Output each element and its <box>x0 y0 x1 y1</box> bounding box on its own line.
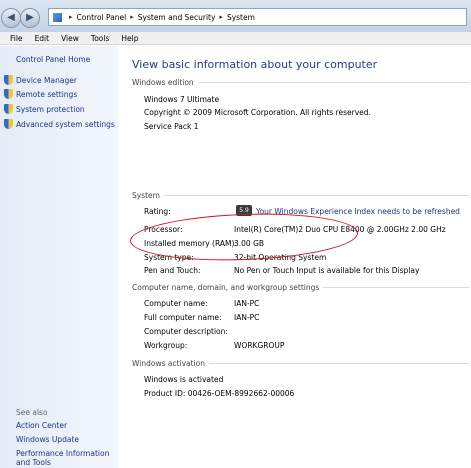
divider <box>163 195 469 196</box>
product-id: Product ID: 00426-OEM-8992662-00006 <box>144 389 295 398</box>
breadcrumb-system[interactable]: System <box>227 13 255 22</box>
menu-bar: File Edit View Tools Help <box>0 32 471 45</box>
sidebar-item-windows-update[interactable]: Windows Update <box>16 435 79 444</box>
back-button[interactable]: ◀ <box>1 8 21 28</box>
sidebar-item-label: Device Manager <box>16 75 77 85</box>
main-panel: View basic information about your comput… <box>118 46 471 468</box>
windows-edition-name: Windows 7 Ultimate <box>144 95 220 104</box>
menu-tools[interactable]: Tools <box>91 34 109 43</box>
divider <box>197 82 469 83</box>
section-heading: Windows edition <box>132 78 194 87</box>
service-pack-text: Service Pack 1 <box>144 122 199 131</box>
copyright-text: Copyright © 2009 Microsoft Corporation. … <box>144 108 371 117</box>
see-also-heading: See also <box>16 408 48 417</box>
chevron-right-icon: ▸ <box>69 13 73 21</box>
sidebar-item-performance-information[interactable]: Performance Information and Tools <box>16 449 116 467</box>
chevron-right-icon: ▸ <box>219 13 223 21</box>
sidebar-item-system-protection[interactable]: System protection <box>4 104 85 114</box>
workgroup-value: WORKGROUP <box>234 341 285 350</box>
sidebar-item-label: Remote settings <box>16 89 78 99</box>
menu-edit[interactable]: Edit <box>35 34 50 43</box>
divider <box>323 287 469 288</box>
full-computer-name-value: IAN-PC <box>234 313 260 322</box>
menu-view[interactable]: View <box>61 34 79 43</box>
sidebar-item-label: System protection <box>16 104 85 114</box>
control-panel-icon <box>53 12 62 22</box>
breadcrumb-system-and-security[interactable]: System and Security <box>138 13 216 22</box>
forward-button[interactable]: ▶ <box>20 8 40 28</box>
shield-icon <box>4 119 13 129</box>
section-heading: Computer name, domain, and workgroup set… <box>132 283 320 292</box>
chevron-right-icon: ▸ <box>130 13 134 21</box>
rating-label: Rating: <box>144 207 171 216</box>
sidebar-item-label: Advanced system settings <box>16 119 115 129</box>
divider <box>209 363 469 364</box>
workgroup-label: Workgroup: <box>144 341 188 350</box>
computer-name-value: IAN-PC <box>234 299 260 308</box>
control-panel-home-link[interactable]: Control Panel Home <box>16 55 90 64</box>
computer-name-label: Computer name: <box>144 299 208 308</box>
shield-icon <box>4 104 13 114</box>
sidebar-item-device-manager[interactable]: Device Manager <box>4 75 77 85</box>
pen-touch-value: No Pen or Touch Input is available for t… <box>234 266 420 275</box>
section-system: System <box>132 191 469 200</box>
menu-help[interactable]: Help <box>121 34 138 43</box>
section-windows-edition: Windows edition <box>132 78 469 87</box>
shield-icon <box>4 75 13 85</box>
sidebar-item-remote-settings[interactable]: Remote settings <box>4 89 77 99</box>
breadcrumb-control-panel[interactable]: Control Panel <box>77 13 127 22</box>
computer-description-label: Computer description: <box>144 327 228 336</box>
sidebar-item-advanced-system-settings[interactable]: Advanced system settings <box>4 119 115 129</box>
section-windows-activation: Windows activation <box>132 359 469 368</box>
full-computer-name-label: Full computer name: <box>144 313 222 322</box>
address-bar[interactable]: ▸ Control Panel ▸ System and Security ▸ … <box>48 8 467 26</box>
section-computer-name: Computer name, domain, and workgroup set… <box>132 283 469 292</box>
pen-touch-label: Pen and Touch: <box>144 266 201 275</box>
page-title: View basic information about your comput… <box>132 58 378 71</box>
address-bar-region: ◀ ▶ ▸ Control Panel ▸ System and Securit… <box>0 0 471 33</box>
activation-status: Windows is activated <box>144 375 224 384</box>
menu-file[interactable]: File <box>10 34 23 43</box>
sidebar: Control Panel Home Device Manager Remote… <box>0 46 118 468</box>
sidebar-item-action-center[interactable]: Action Center <box>16 421 67 430</box>
section-heading: System <box>132 191 160 200</box>
shield-icon <box>4 89 13 99</box>
section-heading: Windows activation <box>132 359 206 368</box>
